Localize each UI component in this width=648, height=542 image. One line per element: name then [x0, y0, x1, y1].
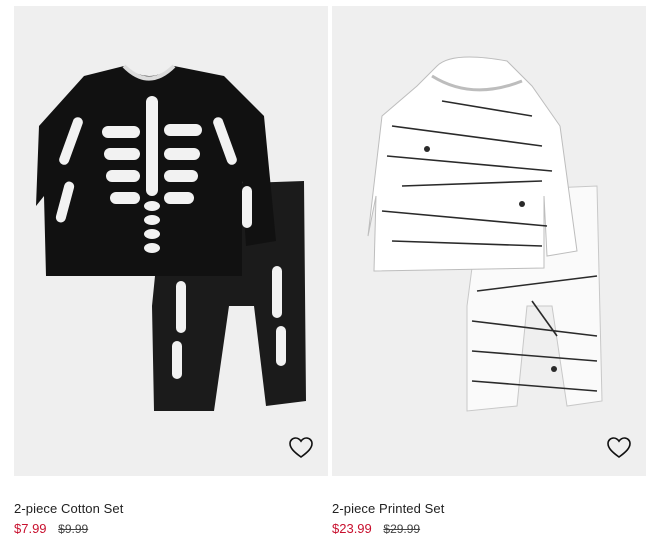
sale-price: $7.99: [14, 521, 47, 536]
product-title[interactable]: 2-piece Cotton Set: [14, 501, 328, 517]
original-price: $29.99: [383, 522, 421, 536]
skeleton-outfit-image: [36, 64, 306, 411]
product-price: $7.99 $9.99: [14, 521, 328, 537]
product-image[interactable]: [332, 6, 646, 476]
heart-outline-icon: [607, 437, 631, 458]
product-title[interactable]: 2-piece Printed Set: [332, 501, 646, 517]
favorite-button[interactable]: [604, 434, 634, 462]
product-image[interactable]: [14, 6, 328, 476]
mummy-outfit-image: [367, 56, 603, 412]
sale-price: $23.99: [332, 521, 372, 536]
original-price: $9.99: [58, 522, 89, 536]
heart-outline-icon: [289, 437, 313, 458]
product-card[interactable]: 2-piece Cotton Set $7.99 $9.99: [14, 6, 328, 537]
product-price: $23.99 $29.99: [332, 521, 646, 537]
product-card[interactable]: 2-piece Printed Set $23.99 $29.99: [332, 6, 646, 537]
favorite-button[interactable]: [286, 434, 316, 462]
